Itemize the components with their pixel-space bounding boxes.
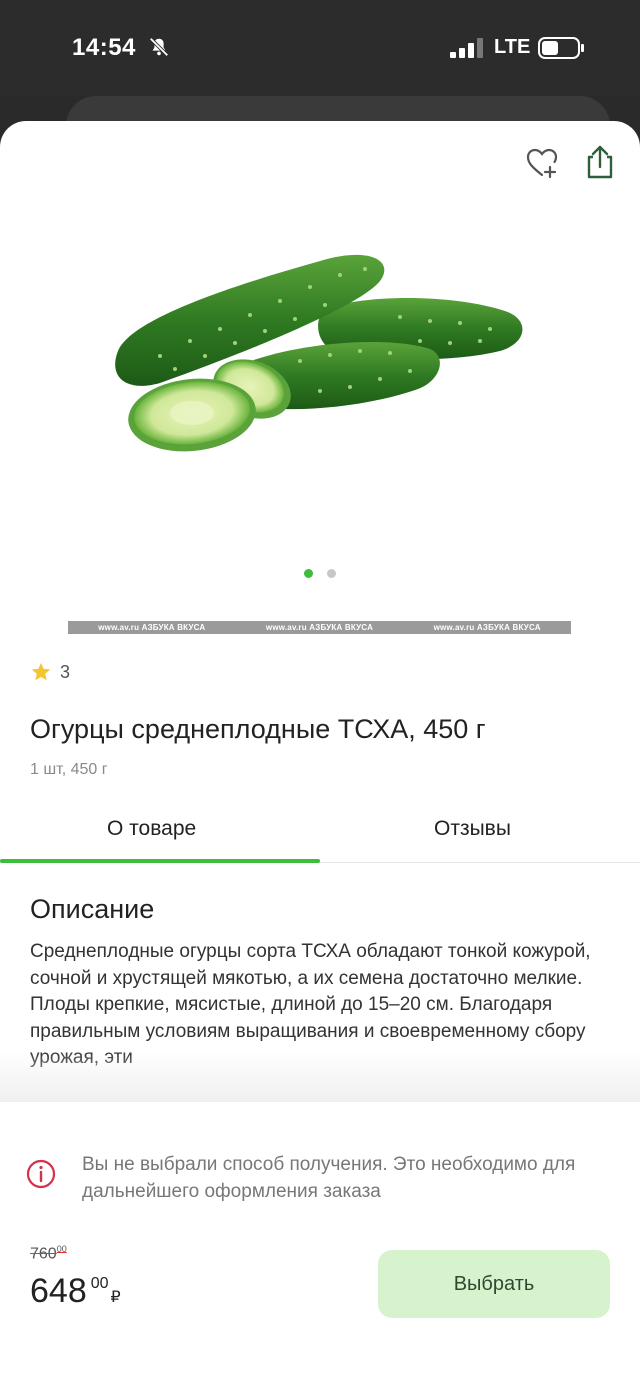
tab-about[interactable]: О товаре [107,817,196,841]
product-title: Огурцы среднеплодные ТСХА, 450 г [30,714,486,744]
bell-off-icon [149,37,169,57]
watermark-text: www.av.ru АЗБУКА ВКУСА [433,623,541,632]
share-icon[interactable] [582,143,618,181]
price-cents: 00 [90,1275,109,1292]
old-price-cents: 00 [56,1244,67,1254]
product-tabs: О товаре Отзывы [0,807,640,863]
image-watermark: www.av.ru АЗБУКА ВКУСА www.av.ru АЗБУКА … [68,621,571,634]
description-heading: Описание [30,894,155,924]
pagination-dot-active[interactable] [303,569,313,578]
select-button[interactable]: Выбрать [378,1250,610,1318]
price-value: 648 [30,1272,87,1310]
star-icon [31,662,51,681]
description-fade [0,1051,640,1101]
rating-value: 3 [60,661,71,682]
network-label: LTE [494,36,531,58]
watermark-text: www.av.ru АЗБУКА ВКУСА [265,623,374,632]
status-time: 14:54 [72,34,136,61]
old-price: 76000 [30,1244,67,1263]
battery-icon [538,37,584,59]
cucumbers-image [115,254,523,452]
signal-icon [450,38,483,58]
currency-symbol: ₽ [110,1289,121,1306]
status-bar: 14:54 LTE [0,0,640,96]
old-price-value: 760 [30,1245,57,1263]
product-rating[interactable]: 3 [30,661,70,683]
tab-active-indicator [0,859,320,863]
pagination-dot[interactable] [327,569,337,578]
heart-plus-icon[interactable] [524,145,560,181]
watermark-text: www.av.ru АЗБУКА ВКУСА [98,623,206,632]
checkout-panel: Вы не выбрали способ получения. Это необ… [0,1101,640,1391]
delivery-method-notice: Вы не выбрали способ получения. Это необ… [82,1154,576,1202]
product-subtitle: 1 шт, 450 г [30,761,108,778]
tab-reviews[interactable]: Отзывы [434,817,511,841]
info-icon [26,1159,56,1189]
product-sheet: www.av.ru АЗБУКА ВКУСА www.av.ru АЗБУКА … [0,121,640,1391]
current-price: 648 00₽ [30,1272,121,1311]
gallery-pagination[interactable] [0,565,640,578]
